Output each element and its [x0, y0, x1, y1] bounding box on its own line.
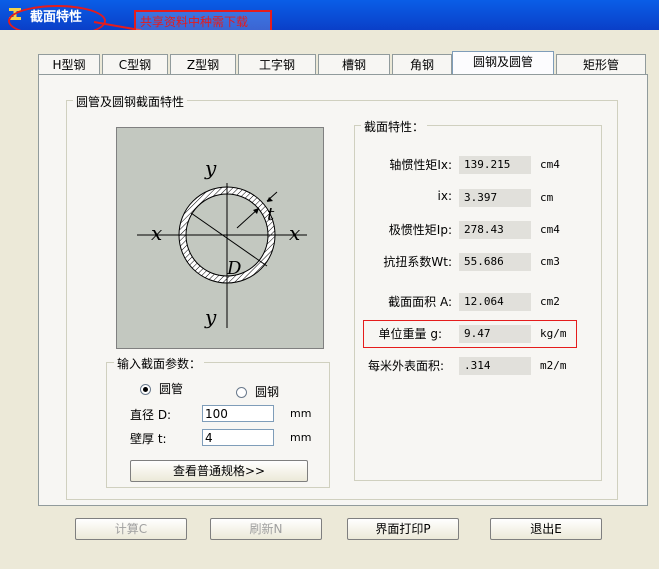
tab-angle[interactable]: 角钢 [392, 54, 452, 74]
prop-label-wt: 抗扭系数Wt: [383, 255, 452, 269]
tab-i-beam[interactable]: 工字钢 [238, 54, 316, 74]
refresh-button[interactable]: 刷新N [210, 518, 322, 540]
thickness-label: 壁厚 t: [130, 432, 167, 446]
cross-section-diagram: y y x x t D [116, 127, 324, 349]
tab-rect-tube[interactable]: 矩形管 [556, 54, 646, 74]
calculate-button[interactable]: 计算C [75, 518, 187, 540]
prop-label-area: 截面面积 A: [388, 295, 452, 309]
label-y-top: y [204, 156, 217, 180]
prop-unit-ix-inertia: cm4 [540, 158, 560, 171]
radio-tube-dot[interactable] [140, 384, 151, 395]
prop-unit-wt: cm3 [540, 255, 560, 268]
prop-label-ip: 极惯性矩Ip: [388, 223, 452, 237]
prop-value-surface: .314 [459, 357, 531, 375]
label-x-left: x [151, 221, 162, 245]
prop-value-ix-inertia: 139.215 [459, 156, 531, 174]
cross-section-drawing: y y x x t D [137, 156, 307, 329]
tab-h-steel[interactable]: H型钢 [38, 54, 100, 74]
label-x-right: x [289, 221, 300, 245]
thickness-unit: mm [290, 431, 312, 444]
radio-bar-label: 圆钢 [255, 385, 280, 399]
tab-c-steel[interactable]: C型钢 [102, 54, 168, 74]
tab-strip: H型钢 C型钢 Z型钢 工字钢 槽钢 角钢 圆钢及圆管 矩形管 [38, 51, 648, 75]
radio-tube[interactable]: 圆管 [140, 380, 183, 397]
prop-label-ix-inertia: 轴惯性矩Ix: [389, 158, 452, 172]
radio-bar[interactable]: 圆钢 [236, 383, 279, 400]
label-y-bottom: y [204, 305, 217, 329]
prop-value-wt: 55.686 [459, 253, 531, 271]
prop-unit-weight: kg/m [540, 327, 567, 340]
prop-unit-surface: m2/m [540, 359, 567, 372]
radio-bar-dot[interactable] [236, 387, 247, 398]
diameter-unit: mm [290, 407, 312, 420]
prop-value-ix-radius: 3.397 [459, 189, 531, 207]
prop-value-area: 12.064 [459, 293, 531, 311]
label-d: D [226, 258, 242, 279]
tab-round-steel-tube[interactable]: 圆钢及圆管 [452, 51, 554, 75]
prop-label-surface: 每米外表面积: [367, 359, 444, 373]
prop-unit-ip: cm4 [540, 223, 560, 236]
prop-value-ip: 278.43 [459, 221, 531, 239]
label-t: t [267, 204, 275, 225]
properties-group-title: 截面特性： [361, 118, 428, 135]
section-group-title: 圆管及圆钢截面特性 [73, 93, 188, 110]
prop-unit-ix-radius: cm [540, 191, 554, 204]
view-specs-button[interactable]: 查看普通规格>> [130, 460, 308, 482]
diameter-input[interactable] [202, 405, 274, 422]
print-screen-button[interactable]: 界面打印P [347, 518, 459, 540]
input-group-title: 输入截面参数： [114, 355, 205, 372]
prop-value-weight: 9.47 [459, 325, 531, 343]
radio-tube-label: 圆管 [159, 382, 184, 396]
prop-unit-area: cm2 [540, 295, 560, 308]
tab-z-steel[interactable]: Z型钢 [170, 54, 236, 74]
prop-label-weight: 单位重量 g: [378, 327, 442, 341]
exit-button[interactable]: 退出E [490, 518, 602, 540]
prop-label-ix-radius: ix: [437, 189, 452, 203]
diameter-label: 直径 D: [130, 408, 172, 422]
thickness-input[interactable] [202, 429, 274, 446]
tab-channel[interactable]: 槽钢 [318, 54, 390, 74]
